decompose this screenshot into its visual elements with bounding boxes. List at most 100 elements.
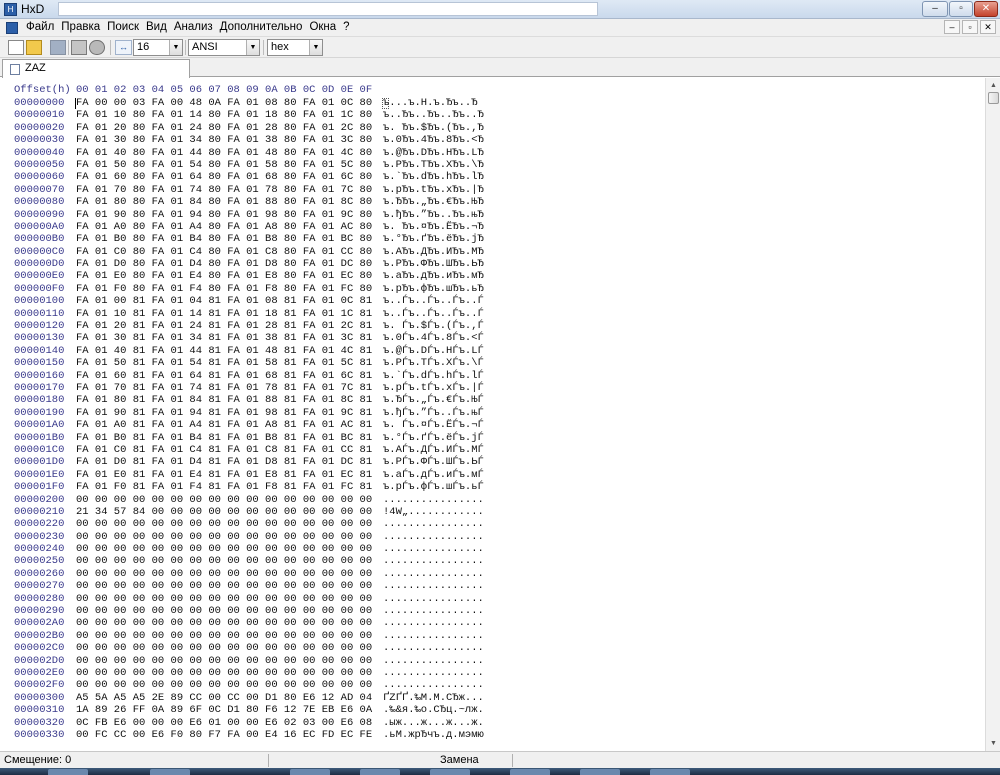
hex-bytes-cell[interactable]: FA 01 C0 80 FA 01 C4 80 FA 01 C8 80 FA 0… xyxy=(76,246,372,258)
hex-bytes-cell[interactable]: 00 00 00 00 00 00 00 00 00 00 00 00 00 0… xyxy=(76,630,372,642)
text-cell[interactable]: ъ...ъ.H.ъ.Ђъ..Ђ xyxy=(383,97,478,109)
text-cell[interactable]: ................ xyxy=(383,667,484,679)
offset-cell[interactable]: 000001C0 xyxy=(14,444,64,456)
text-cell[interactable]: ъ. Ђъ.$Ђъ.(Ђъ.,Ђ xyxy=(383,122,484,134)
scroll-up-icon[interactable]: ▲ xyxy=(987,79,1000,92)
hex-bytes-cell[interactable]: FA 01 D0 80 FA 01 D4 80 FA 01 D8 80 FA 0… xyxy=(76,258,372,270)
text-cell[interactable]: ................ xyxy=(383,531,484,543)
text-cell[interactable]: ъ.ђЃъ.”Ѓъ..Ѓъ.њЃ xyxy=(383,407,484,419)
hex-bytes-cell[interactable]: 00 00 00 00 00 00 00 00 00 00 00 00 00 0… xyxy=(76,667,372,679)
text-cell[interactable]: .‰&я.‰o.СЂц.~лж. xyxy=(383,704,484,716)
hex-bytes-cell[interactable]: FA 01 60 80 FA 01 64 80 FA 01 68 80 FA 0… xyxy=(76,171,372,183)
offset-cell[interactable]: 00000320 xyxy=(14,717,64,729)
minimize-button[interactable]: – xyxy=(922,1,948,17)
save-icon[interactable] xyxy=(50,40,66,55)
text-cell[interactable]: ъ.pЂъ.tЂъ.xЂъ.|Ђ xyxy=(383,184,484,196)
hex-bytes-cell[interactable]: FA 01 40 80 FA 01 44 80 FA 01 48 80 FA 0… xyxy=(76,147,372,159)
hex-bytes-cell[interactable]: FA 01 90 80 FA 01 94 80 FA 01 98 80 FA 0… xyxy=(76,209,372,221)
text-cell[interactable]: ъ.pЂъ.фЂъ.шЂъ.ьЂ xyxy=(383,283,484,295)
offset-cell[interactable]: 00000190 xyxy=(14,407,64,419)
hex-bytes-cell[interactable]: FA 01 80 80 FA 01 84 80 FA 01 88 80 FA 0… xyxy=(76,196,372,208)
print-icon[interactable] xyxy=(71,40,87,55)
hex-bytes-cell[interactable]: FA 01 00 81 FA 01 04 81 FA 01 08 81 FA 0… xyxy=(76,295,372,307)
hex-bytes-cell[interactable]: FA 01 10 81 FA 01 14 81 FA 01 18 81 FA 0… xyxy=(76,308,372,320)
text-cell[interactable]: ................ xyxy=(383,580,484,592)
hex-bytes-cell[interactable]: 00 00 00 00 00 00 00 00 00 00 00 00 00 0… xyxy=(76,580,372,592)
offset-cell[interactable]: 000002E0 xyxy=(14,667,64,679)
vertical-scrollbar[interactable]: ▲ ▼ xyxy=(985,78,1000,751)
hex-bytes-cell[interactable]: FA 01 50 81 FA 01 54 81 FA 01 58 81 FA 0… xyxy=(76,357,372,369)
offset-cell[interactable]: 00000100 xyxy=(14,295,64,307)
hex-bytes-cell[interactable]: FA 01 20 80 FA 01 24 80 FA 01 28 80 FA 0… xyxy=(76,122,372,134)
text-cell[interactable]: ъ.ЂЂъ.„Ђъ.€Ђъ.ЊЂ xyxy=(383,196,484,208)
properties-icon[interactable] xyxy=(89,40,105,55)
text-cell[interactable]: ъ. Ѓъ.$Ѓъ.(Ѓъ.,Ѓ xyxy=(383,320,484,332)
offset-cell[interactable]: 00000270 xyxy=(14,580,64,592)
taskbar-button[interactable] xyxy=(150,769,190,775)
tab-file[interactable]: ZAZ xyxy=(2,59,190,78)
offset-cell[interactable]: 000002D0 xyxy=(14,655,64,667)
text-cell[interactable]: ................ xyxy=(383,630,484,642)
text-cell[interactable]: ................ xyxy=(383,642,484,654)
charset-select[interactable]: ANSI ▼ xyxy=(188,39,260,56)
offset-cell[interactable]: 00000260 xyxy=(14,568,64,580)
hex-bytes-cell[interactable]: FA 01 40 81 FA 01 44 81 FA 01 48 81 FA 0… xyxy=(76,345,372,357)
text-cell[interactable]: ................ xyxy=(383,605,484,617)
hex-bytes-cell[interactable]: FA 01 70 81 FA 01 74 81 FA 01 78 81 FA 0… xyxy=(76,382,372,394)
offset-cell[interactable]: 00000220 xyxy=(14,518,64,530)
taskbar-button[interactable] xyxy=(430,769,470,775)
offset-cell[interactable]: 00000080 xyxy=(14,196,64,208)
menu-search[interactable]: Поиск xyxy=(105,21,144,33)
text-cell[interactable]: ................ xyxy=(383,655,484,667)
text-cell[interactable]: ъ.°Ђъ.ґЂъ.ёЂъ.јЂ xyxy=(383,233,484,245)
maximize-button[interactable]: ▫ xyxy=(949,1,973,17)
hex-bytes-cell[interactable]: FA 01 20 81 FA 01 24 81 FA 01 28 81 FA 0… xyxy=(76,320,372,332)
offset-cell[interactable]: 00000310 xyxy=(14,704,64,716)
menu-file[interactable]: Файл xyxy=(24,21,59,33)
text-cell[interactable]: ъ..Ѓъ..Ѓъ..Ѓъ..Ѓ xyxy=(383,308,484,320)
text-cell[interactable]: ................ xyxy=(383,568,484,580)
text-cell[interactable]: ................ xyxy=(383,617,484,629)
hex-editor[interactable]: Offset(h) 00 01 02 03 04 05 06 07 08 09 … xyxy=(0,78,985,751)
offset-cell[interactable]: 000000F0 xyxy=(14,283,64,295)
text-cell[interactable]: ъ.0Ђъ.4Ђъ.8Ђъ.<Ђ xyxy=(383,134,484,146)
hex-bytes-cell[interactable]: FA 00 00 03 FA 00 48 0A FA 01 08 80 FA 0… xyxy=(76,97,372,109)
text-cell[interactable]: ъ.°Ѓъ.ґЃъ.ёЃъ.јЃ xyxy=(383,432,484,444)
open-folder-icon[interactable] xyxy=(26,40,42,55)
hex-bytes-cell[interactable]: FA 01 80 81 FA 01 84 81 FA 01 88 81 FA 0… xyxy=(76,394,372,406)
hex-bytes-cell[interactable]: FA 01 B0 81 FA 01 B4 81 FA 01 B8 81 FA 0… xyxy=(76,432,372,444)
text-cell[interactable]: ъ..Ђъ..Ђъ..Ђъ..Ђ xyxy=(383,109,484,121)
offset-cell[interactable]: 00000120 xyxy=(14,320,64,332)
offset-cell[interactable]: 000000B0 xyxy=(14,233,64,245)
offset-cell[interactable]: 00000240 xyxy=(14,543,64,555)
offset-cell[interactable]: 00000040 xyxy=(14,147,64,159)
hex-bytes-cell[interactable]: FA 01 10 80 FA 01 14 80 FA 01 18 80 FA 0… xyxy=(76,109,372,121)
offset-cell[interactable]: 00000090 xyxy=(14,209,64,221)
text-cell[interactable]: ъ..Ѓъ..Ѓъ..Ѓъ..Ѓ xyxy=(383,295,484,307)
text-cell[interactable]: .ыж...ж...ж...ж. xyxy=(383,717,484,729)
text-cell[interactable]: ................ xyxy=(383,593,484,605)
text-cell[interactable]: ъ.PЂъ.TЂъ.XЂъ.\Ђ xyxy=(383,159,484,171)
text-cell[interactable]: ................ xyxy=(383,494,484,506)
hex-bytes-cell[interactable]: 00 00 00 00 00 00 00 00 00 00 00 00 00 0… xyxy=(76,494,372,506)
hex-bytes-cell[interactable]: FA 01 D0 81 FA 01 D4 81 FA 01 D8 81 FA 0… xyxy=(76,456,372,468)
text-cell[interactable]: ъ. Ђъ.¤Ђъ.ЁЂъ.¬Ђ xyxy=(383,221,484,233)
hex-bytes-cell[interactable]: FA 01 B0 80 FA 01 B4 80 FA 01 B8 80 FA 0… xyxy=(76,233,372,245)
menu-windows[interactable]: Окна xyxy=(307,21,341,33)
text-cell[interactable]: ъ.AЃъ.ДЃъ.ИЃъ.МЃ xyxy=(383,444,484,456)
offset-cell[interactable]: 00000020 xyxy=(14,122,64,134)
bytes-per-row-select[interactable]: 16 ▼ xyxy=(133,39,183,56)
text-cell[interactable]: !4W„............ xyxy=(383,506,484,518)
hex-bytes-cell[interactable]: 00 00 00 00 00 00 00 00 00 00 00 00 00 0… xyxy=(76,555,372,567)
text-cell[interactable]: ъ. Ѓъ.¤Ѓъ.ЁЃъ.¬Ѓ xyxy=(383,419,484,431)
hex-bytes-cell[interactable]: FA 01 70 80 FA 01 74 80 FA 01 78 80 FA 0… xyxy=(76,184,372,196)
menu-edit[interactable]: Правка xyxy=(59,21,105,33)
offset-cell[interactable]: 00000300 xyxy=(14,692,64,704)
taskbar-button[interactable] xyxy=(48,769,88,775)
hex-bytes-cell[interactable]: 00 00 00 00 00 00 00 00 00 00 00 00 00 0… xyxy=(76,605,372,617)
hex-bytes-cell[interactable]: 00 00 00 00 00 00 00 00 00 00 00 00 00 0… xyxy=(76,617,372,629)
offset-cell[interactable]: 000000E0 xyxy=(14,270,64,282)
offset-cell[interactable]: 000000A0 xyxy=(14,221,64,233)
text-cell[interactable]: ................ xyxy=(383,679,484,691)
offset-cell[interactable]: 000002A0 xyxy=(14,617,64,629)
